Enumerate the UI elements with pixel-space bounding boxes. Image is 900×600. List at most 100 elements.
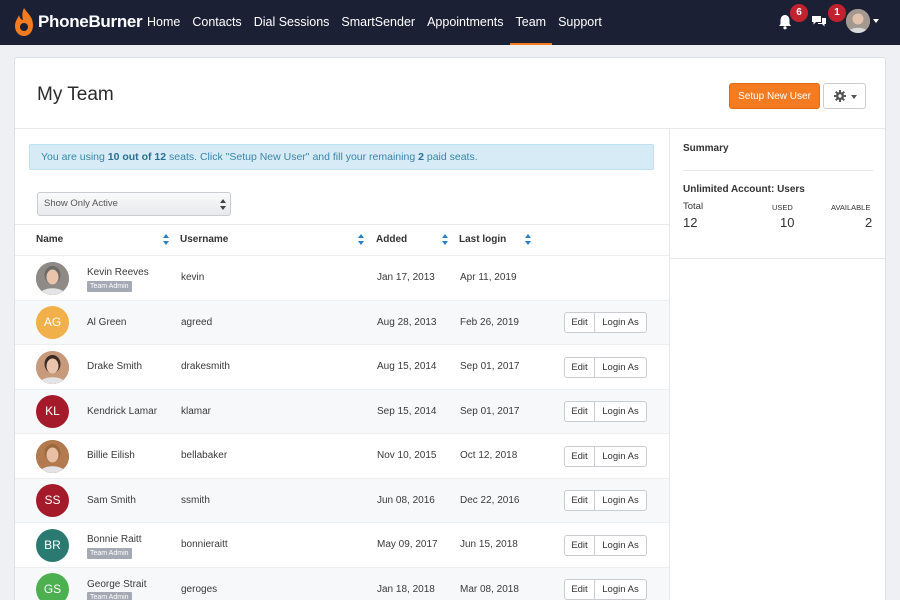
member-username: bellabaker [181,450,228,462]
settings-dropdown-button[interactable] [823,83,866,109]
summary-total-value: 12 [683,215,698,230]
summary-divider [683,170,873,171]
sort-icon[interactable] [525,234,531,245]
row-actions: Edit Login As [564,445,647,467]
member-added-date: Aug 28, 2013 [377,316,437,328]
sort-icon[interactable] [442,234,448,245]
row-actions: Edit Login As [564,534,647,556]
user-menu-caret-icon[interactable] [873,19,879,23]
login-as-button[interactable]: Login As [595,313,646,332]
member-username: kevin [181,272,205,284]
seats-alert: You are using 10 out of 12 seats. Click … [29,144,654,170]
page-title: My Team [37,84,114,105]
member-added-date: Jan 17, 2013 [377,272,435,284]
nav-dial-sessions[interactable]: Dial Sessions [248,0,336,45]
table-row: Drake Smith drakesmith Aug 15, 2014 Sep 01,… [15,344,669,389]
table-row: GS George Strait Team Admin geroges Jan 18, … [15,566,669,600]
edit-button[interactable]: Edit [565,491,595,511]
alert-used-seats: 10 out of 12 [107,151,167,163]
sort-icon[interactable] [358,234,364,245]
select-arrows-icon [220,199,226,210]
column-header-added[interactable]: Added [376,234,407,245]
top-navbar: PhoneBurner Home Contacts Dial Sessions … [0,0,900,45]
member-username: klamar [181,405,212,417]
chat-icon[interactable] [811,13,827,29]
avatar-initials: AG [43,315,62,330]
login-as-button[interactable]: Login As [595,491,646,510]
nav-smartsender[interactable]: SmartSender [335,0,421,45]
member-added-date: Aug 15, 2014 [377,361,437,373]
member-last-login: Dec 22, 2016 [460,494,520,506]
summary-used-value: 10 [780,215,795,230]
nav-appointments[interactable]: Appointments [421,0,509,45]
member-last-login: Jun 15, 2018 [460,539,518,551]
edit-button[interactable]: Edit [565,402,595,422]
edit-button[interactable]: Edit [565,535,595,555]
row-actions: Edit Login As [564,312,647,334]
chevron-down-icon [851,95,857,99]
login-as-button[interactable]: Login As [595,580,646,599]
nav-team[interactable]: Team [509,0,553,45]
member-added-date: Sep 15, 2014 [377,405,437,417]
alert-text-post: paid seats. [423,151,478,163]
flame-logo-icon [15,8,33,36]
login-as-button[interactable]: Login As [595,536,646,555]
member-last-login: Sep 01, 2017 [460,361,520,373]
gear-icon [834,90,846,102]
avatar-initials: BR [44,537,61,552]
avatar: KL [36,395,69,429]
nav-contacts[interactable]: Contacts [186,0,247,45]
team-panel: My Team Setup New User You are using 10 … [14,57,886,600]
table-row: Kevin Reeves Team Admin kevin Jan 17, 2013 A… [15,255,669,300]
column-header-username[interactable]: Username [180,234,228,245]
login-as-button[interactable]: Login As [595,447,646,466]
user-avatar[interactable] [846,9,870,33]
column-header-name[interactable]: Name [36,234,63,245]
member-name: Kevin Reeves [87,267,149,279]
alert-text-pre: You are using [41,151,108,163]
table-row: AG Al Green agreed Aug 28, 2013 Feb 26, 2019… [15,299,669,344]
avatar-initials: GS [43,582,62,597]
nav-home[interactable]: Home [141,0,186,45]
person-photo-icon [36,439,69,473]
member-name: Billie Eilish [87,450,135,462]
edit-button[interactable]: Edit [565,446,595,466]
edit-button[interactable]: Edit [565,313,595,333]
edit-button[interactable]: Edit [565,357,595,377]
summary-bottom-divider [669,258,885,259]
team-admin-tag: Team Admin [87,592,132,600]
alert-text-mid: seats. Click "Setup New User" and fill y… [166,151,419,163]
member-added-date: Nov 10, 2015 [377,450,437,462]
login-as-button[interactable]: Login As [595,358,646,377]
person-photo-icon [36,350,69,384]
sort-icon[interactable] [163,234,169,245]
row-actions: Edit Login As [564,356,647,378]
avatar-initials: KL [45,404,60,419]
brand-name: PhoneBurner [38,12,143,31]
member-last-login: Feb 26, 2019 [460,316,519,328]
avatar: SS [36,484,69,518]
login-as-button[interactable]: Login As [595,402,646,421]
member-last-login: Apr 11, 2019 [460,272,517,284]
avatar [36,261,69,295]
member-name: Drake Smith [87,361,143,373]
avatar: BR [36,528,69,562]
member-added-date: Jun 08, 2016 [377,494,435,506]
table-top-divider [15,224,669,225]
logo[interactable]: PhoneBurner [14,6,143,38]
avatar [36,350,69,384]
person-photo-icon [846,9,870,33]
nav-support[interactable]: Support [552,0,608,45]
setup-new-user-button[interactable]: Setup New User [729,83,820,109]
summary-title: Summary [683,143,729,154]
team-admin-tag: Team Admin [87,280,132,292]
column-header-last-login[interactable]: Last login [459,234,506,245]
summary-subtitle: Unlimited Account: Users [683,184,805,195]
avatar-initials: SS [44,493,61,508]
avatar: GS [36,573,69,600]
status-filter-select[interactable]: Show Only Active [37,192,231,216]
avatar [36,439,69,473]
member-username: geroges [181,583,218,595]
edit-button[interactable]: Edit [565,580,595,600]
summary-available-value: 2 [865,215,873,230]
